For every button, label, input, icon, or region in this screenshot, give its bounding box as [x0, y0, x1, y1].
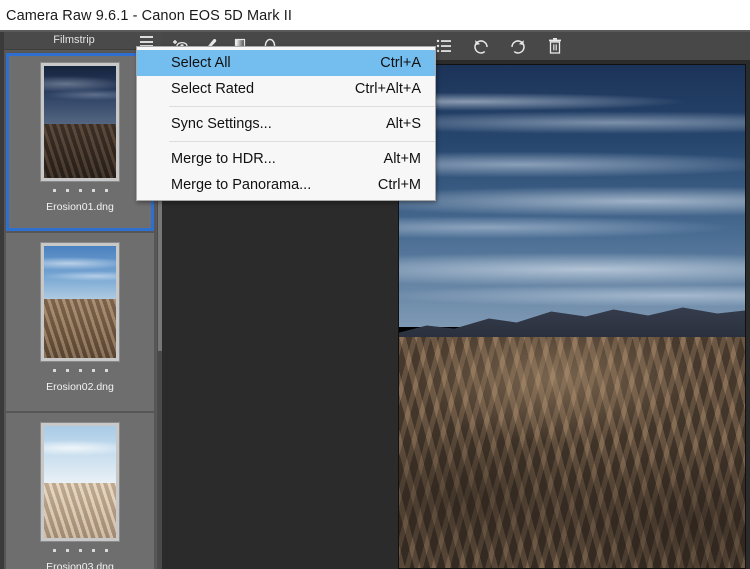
list-item[interactable]: Erosion03.dng	[6, 413, 154, 569]
thumbnail-frame	[41, 243, 119, 361]
menu-item-label: Select Rated	[171, 81, 255, 97]
rotate-cw-icon[interactable]	[508, 36, 528, 56]
rating-dots[interactable]	[9, 549, 151, 552]
rating-dots[interactable]	[9, 189, 151, 192]
window-title: Camera Raw 9.6.1 - Canon EOS 5D Mark II	[6, 7, 292, 24]
rotate-ccw-icon[interactable]	[471, 36, 491, 56]
thumbnail-image	[44, 426, 116, 538]
menu-item-select-rated[interactable]: Select Rated Ctrl+Alt+A	[137, 76, 435, 102]
menu-item-shortcut: Alt+S	[385, 116, 421, 132]
title-bar: Camera Raw 9.6.1 - Canon EOS 5D Mark II	[0, 0, 750, 31]
preview-photo	[399, 65, 745, 568]
list-item[interactable]: Erosion01.dng	[6, 53, 154, 231]
thumbnail-filename: Erosion03.dng	[46, 561, 114, 569]
menu-item-label: Merge to HDR...	[171, 151, 276, 167]
trash-icon[interactable]	[545, 36, 565, 56]
filmstrip-label: Filmstrip	[53, 34, 95, 46]
thumbnail-frame	[41, 423, 119, 541]
filmstrip-dropdown-menu[interactable]: Select All Ctrl+A Select Rated Ctrl+Alt+…	[136, 46, 436, 201]
menu-item-shortcut: Alt+M	[383, 151, 421, 167]
menu-item-label: Sync Settings...	[171, 116, 272, 132]
rating-dots[interactable]	[9, 369, 151, 372]
menu-separator	[169, 141, 435, 142]
thumbnail-filename: Erosion02.dng	[46, 381, 114, 393]
list-item[interactable]: Erosion02.dng	[6, 233, 154, 411]
menu-item-label: Merge to Panorama...	[171, 177, 312, 193]
camera-raw-window: Camera Raw 9.6.1 - Canon EOS 5D Mark II …	[0, 0, 750, 569]
menu-item-shortcut: Ctrl+A	[380, 55, 421, 71]
list-icon[interactable]	[434, 36, 454, 56]
filmstrip-thumbnail-list[interactable]: Erosion01.dng Erosion02.dng Erosion03.dn…	[4, 51, 156, 569]
menu-item-merge-to-panorama[interactable]: Merge to Panorama... Ctrl+M	[137, 172, 435, 198]
preview-image-frame	[398, 64, 746, 569]
thumbnail-frame	[41, 63, 119, 181]
menu-item-merge-to-hdr[interactable]: Merge to HDR... Alt+M	[137, 146, 435, 172]
thumbnail-image	[44, 246, 116, 358]
menu-item-shortcut: Ctrl+M	[377, 177, 421, 193]
menu-item-select-all[interactable]: Select All Ctrl+A	[137, 50, 435, 76]
thumbnail-filename: Erosion01.dng	[46, 201, 114, 213]
menu-item-shortcut: Ctrl+Alt+A	[354, 81, 421, 97]
menu-item-sync-settings[interactable]: Sync Settings... Alt+S	[137, 111, 435, 137]
menu-item-label: Select All	[171, 55, 231, 71]
thumbnail-image	[44, 66, 116, 178]
menu-separator	[169, 106, 435, 107]
